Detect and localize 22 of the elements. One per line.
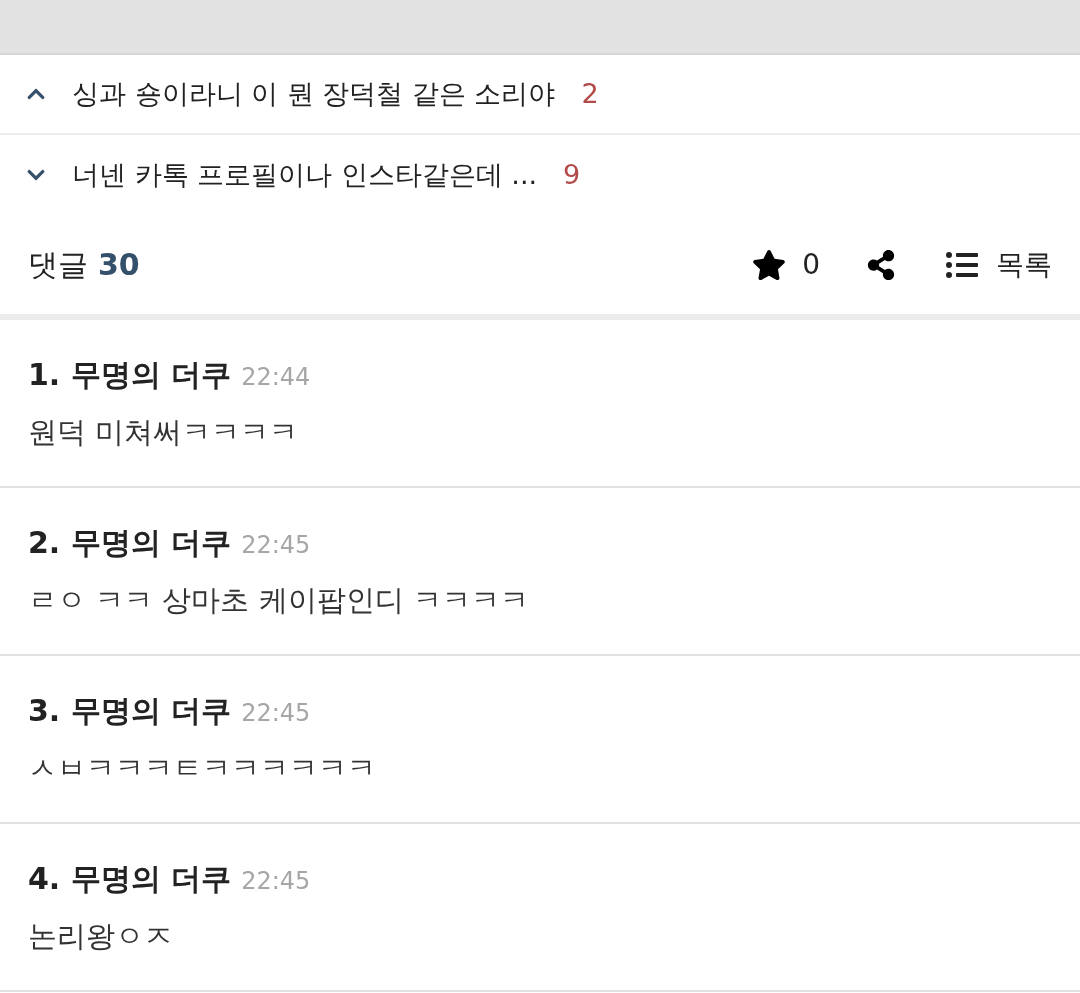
comment-author: 2. 무명의 더쿠	[28, 524, 232, 562]
comment-author: 3. 무명의 더쿠	[28, 692, 232, 730]
post-title[interactable]: 싱과 숑이라니 이 뭔 장덕철 같은 소리야	[72, 73, 556, 115]
comment-count: 30	[98, 246, 140, 284]
comment-author: 1. 무명의 더쿠	[28, 356, 232, 394]
comment-text: 원덕 미쳐써ㅋㅋㅋㅋ	[28, 414, 300, 451]
comment-author: 4. 무명의 더쿠	[28, 860, 232, 898]
reply-count: 2	[581, 76, 599, 111]
comment-text: 논리왕ㅇㅈ	[28, 918, 174, 955]
star-icon[interactable]	[752, 247, 787, 282]
list-button[interactable]: 목록	[946, 243, 1052, 286]
comment-time: 22:45	[241, 698, 311, 729]
comment-text: ㅅㅂㅋㅋㅋㅌㅋㅋㅋㅋㅋㅋ	[28, 750, 377, 787]
comment-label: 댓글	[28, 246, 88, 284]
post-title[interactable]: 너넨 카톡 프로필이나 인스타같은데 ...	[72, 154, 538, 196]
comment-time: 22:44	[241, 362, 311, 393]
reply-count: 9	[563, 157, 581, 192]
comment-text: ㄹㅇ ㅋㅋ 상마초 케이팝인디 ㅋㅋㅋㅋ	[28, 582, 530, 619]
share-icon[interactable]	[866, 249, 896, 280]
comment-time: 22:45	[241, 530, 311, 561]
comment-time: 22:45	[241, 866, 311, 897]
star-count: 0	[802, 246, 820, 283]
